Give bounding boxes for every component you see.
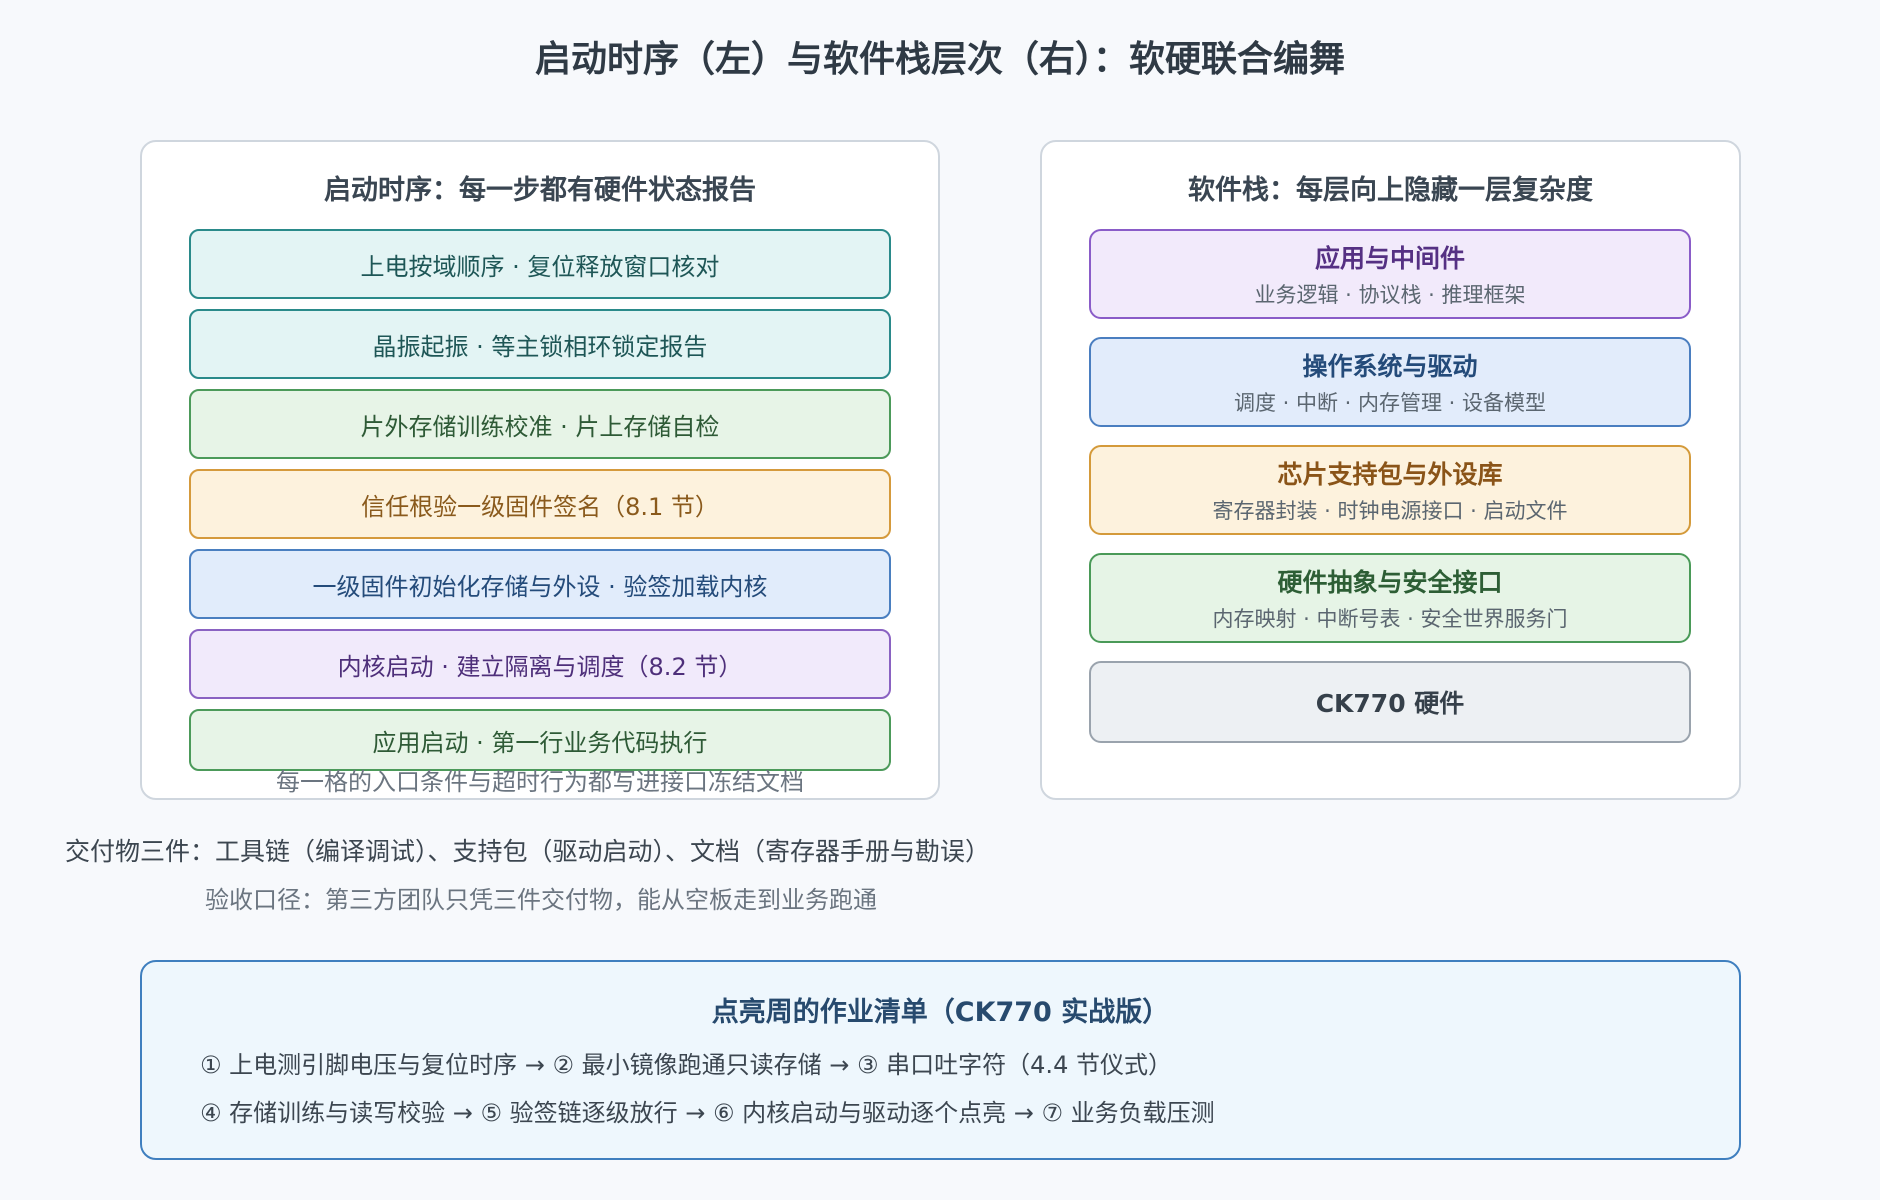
stack-layer-title: CK770 硬件 (1315, 689, 1465, 718)
stack-layer-title: 应用与中间件 (1314, 244, 1465, 273)
stack-layer-bsp: 芯片支持包与外设库 寄存器封装 · 时钟电源接口 · 启动文件 (1089, 445, 1691, 535)
checklist-line-2: ④ 存储训练与读写校验 → ⑤ 验签链逐级放行 → ⑥ 内核启动与驱动逐个点亮 … (200, 1099, 1215, 1127)
deliverables-text: 交付物三件：工具链（编译调试）、支持包（驱动启动）、文档（寄存器手册与勘误） (65, 837, 991, 866)
boot-step-root-of-trust: 信任根验一级固件签名（8.1 节） (189, 469, 891, 539)
boot-step-kernel: 内核启动 · 建立隔离与调度（8.2 节） (189, 629, 891, 699)
stack-layer-title: 硬件抽象与安全接口 (1277, 568, 1503, 597)
acceptance-text: 验收口径：第三方团队只凭三件交付物，能从空板走到业务跑通 (205, 886, 877, 914)
boot-step-first-stage-firmware: 一级固件初始化存储与外设 · 验签加载内核 (189, 549, 891, 619)
checklist-title: 点亮周的作业清单（CK770 实战版） (711, 997, 1170, 1028)
stack-layer-title: 操作系统与驱动 (1302, 352, 1478, 381)
stack-layer-title: 芯片支持包与外设库 (1277, 460, 1503, 489)
software-stack-title: 软件栈：每层向上隐藏一层复杂度 (1188, 175, 1593, 206)
stack-layer-subtitle: 调度 · 中断 · 内存管理 · 设备模型 (1233, 391, 1547, 415)
stack-layer-subtitle: 内存映射 · 中断号表 · 安全世界服务门 (1212, 607, 1568, 631)
boot-step-oscillator: 晶振起振 · 等主锁相环锁定报告 (189, 309, 891, 379)
stack-layer-subtitle: 寄存器封装 · 时钟电源接口 · 启动文件 (1212, 499, 1568, 523)
stack-layer-subtitle: 业务逻辑 · 协议栈 · 推理框架 (1254, 283, 1526, 307)
stack-layer-hal-security: 硬件抽象与安全接口 内存映射 · 中断号表 · 安全世界服务门 (1089, 553, 1691, 643)
stack-layer-hardware: CK770 硬件 (1089, 661, 1691, 743)
checklist-line-1: ① 上电测引脚电压与复位时序 → ② 最小镜像跑通只读存储 → ③ 串口吐字符（… (200, 1051, 1172, 1079)
boot-sequence-title: 启动时序：每一步都有硬件状态报告 (324, 175, 756, 206)
boot-step-power-on: 上电按域顺序 · 复位释放窗口核对 (189, 229, 891, 299)
stack-layer-os-drivers: 操作系统与驱动 调度 · 中断 · 内存管理 · 设备模型 (1089, 337, 1691, 427)
main-title: 启动时序（左）与软件栈层次（右）：软硬联合编舞 (534, 39, 1345, 80)
boot-step-memory-training: 片外存储训练校准 · 片上存储自检 (189, 389, 891, 459)
boot-sequence-note: 每一格的入口条件与超时行为都写进接口冻结文档 (276, 768, 804, 796)
stack-layer-application: 应用与中间件 业务逻辑 · 协议栈 · 推理框架 (1089, 229, 1691, 319)
